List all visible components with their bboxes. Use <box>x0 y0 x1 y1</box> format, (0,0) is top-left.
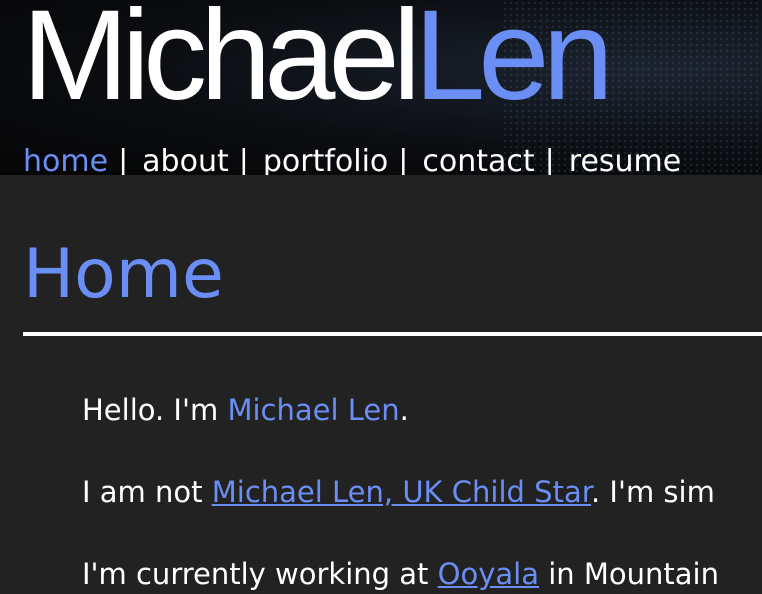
nav-separator: | <box>238 144 249 175</box>
site-logo[interactable]: MichaelLen <box>22 0 614 120</box>
intro-name: Michael Len <box>227 393 400 427</box>
nav-separator: | <box>118 144 129 175</box>
logo-first-name: Michael <box>22 0 421 127</box>
main-nav: home | about | portfolio | contact | resume <box>23 142 681 175</box>
nav-item-about[interactable]: about <box>142 144 229 175</box>
logo-last-name: Len <box>414 0 614 127</box>
nav-separator: | <box>398 144 409 175</box>
work-prefix: I'm currently working at <box>82 557 438 591</box>
title-divider <box>23 332 762 336</box>
nav-item-portfolio[interactable]: portfolio <box>263 144 388 175</box>
disambiguation-prefix: I am not <box>82 475 212 509</box>
disambiguation-paragraph: I am not Michael Len, UK Child Star. I'm… <box>82 472 715 512</box>
nav-separator: | <box>544 144 555 175</box>
ooyala-link[interactable]: Ooyala <box>438 557 539 591</box>
intro-prefix: Hello. I'm <box>82 393 228 427</box>
disambiguation-suffix: . I'm sim <box>590 475 715 509</box>
intro-suffix: . <box>399 393 409 427</box>
nav-item-contact[interactable]: contact <box>422 144 534 175</box>
child-star-link[interactable]: Michael Len, UK Child Star <box>212 475 591 509</box>
nav-item-home[interactable]: home <box>23 144 108 175</box>
site-header: MichaelLen home | about | portfolio | contact |… <box>0 0 762 175</box>
work-paragraph: I'm currently working at Ooyala in Mount… <box>82 554 719 594</box>
intro-paragraph: Hello. I'm Michael Len. <box>82 390 409 430</box>
page-title: Home <box>23 235 224 314</box>
nav-item-resume[interactable]: resume <box>569 144 681 175</box>
work-suffix: in Mountain <box>539 557 719 591</box>
